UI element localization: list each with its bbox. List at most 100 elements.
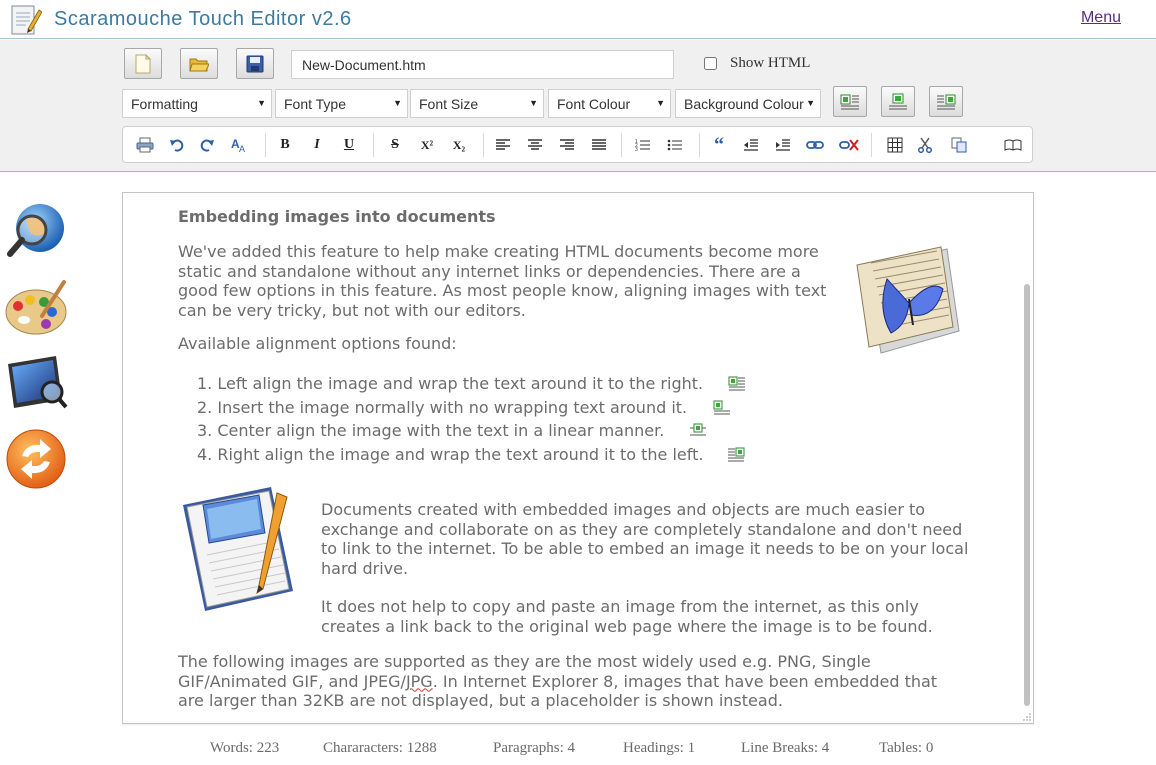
insert-table-button[interactable] — [883, 133, 907, 157]
bold-button[interactable]: B — [273, 133, 297, 157]
paragraph-count: Paragraphs: 4 — [493, 740, 576, 756]
paragraph-line: The following images are supported as th… — [178, 652, 871, 671]
list-item: 2. Insert the image normally with no wra… — [197, 398, 688, 417]
align-center-button[interactable] — [523, 133, 547, 157]
paint-palette-icon — [5, 280, 67, 335]
paragraph-line: are larger than 32KB are not displayed, … — [178, 691, 783, 710]
paragraph-line: static and standalone without any intern… — [178, 261, 801, 281]
cut-button[interactable] — [913, 133, 937, 157]
editor-content-area[interactable]: Embedding images into documents We've ad… — [122, 192, 1034, 724]
status-bar: Words: 223 Chararacters: 1288 Paragraphs… — [0, 740, 1156, 762]
image-right-align-icon — [937, 94, 956, 109]
paragraph-3: It does not help to copy and paste an im… — [321, 597, 1001, 636]
underline-button[interactable]: U — [337, 133, 361, 157]
show-html-label: Show HTML — [730, 55, 811, 71]
refresh-button[interactable] — [4, 426, 68, 490]
toolbar-separator — [265, 133, 266, 157]
redo-icon — [200, 139, 214, 152]
toolbar-area: Show HTML Formatting ▼ Font Type ▼ Font … — [0, 40, 1156, 172]
spelling-error-word: JPG — [405, 671, 433, 691]
align-center-icon — [528, 139, 542, 150]
app-title: Scaramouche Touch Editor v2.6 — [54, 8, 352, 30]
strikethrough-button[interactable]: S — [383, 133, 407, 157]
show-html-checkbox[interactable] — [704, 57, 717, 70]
journal-notebook-image — [183, 487, 293, 611]
resize-grip-icon[interactable] — [1022, 712, 1032, 722]
save-document-button[interactable] — [236, 48, 274, 79]
paragraph-line: GIF/Animated GIF, and JPEG/JPG. In Inter… — [178, 672, 1018, 692]
undo-button[interactable] — [165, 133, 189, 157]
text-segment: . In Internet Explorer 8, images that ha… — [432, 671, 938, 691]
font-type-dropdown[interactable]: Font Type ▼ — [275, 89, 408, 118]
about-button[interactable] — [1001, 133, 1025, 157]
chevron-down-icon: ▼ — [257, 98, 266, 108]
refresh-arrows-icon — [6, 429, 66, 489]
copy-button[interactable] — [947, 133, 971, 157]
spellcheck-button[interactable]: A A — [227, 133, 251, 157]
paragraph-1: We've added this feature to help make cr… — [178, 242, 848, 320]
image-center-align-icon — [889, 93, 907, 109]
align-right-button[interactable] — [555, 133, 579, 157]
insert-image-right-button[interactable] — [929, 86, 963, 117]
editor-scrollbar[interactable] — [1024, 284, 1030, 706]
blockquote-button[interactable]: “ — [707, 133, 731, 157]
formatting-dropdown-label: Formatting — [131, 96, 198, 112]
background-colour-dropdown[interactable]: Background Colour ▼ — [675, 89, 821, 118]
butterfly-document-image — [856, 246, 960, 354]
menu-link[interactable]: Menu — [1081, 9, 1121, 27]
insert-image-left-button[interactable] — [833, 86, 867, 117]
toolbar-separator — [871, 133, 872, 157]
font-type-dropdown-label: Font Type — [284, 96, 347, 112]
insert-image-center-button[interactable] — [881, 86, 915, 117]
list-item: 1. Left align the image and wrap the tex… — [197, 374, 704, 393]
justify-button[interactable] — [587, 133, 611, 157]
remove-link-button[interactable] — [837, 133, 861, 157]
unlink-icon — [839, 139, 859, 151]
toolbar-separator — [373, 133, 374, 157]
list-item: 3. Center align the image with the text … — [197, 421, 665, 440]
print-button[interactable] — [133, 133, 157, 157]
paragraph-line: exchange and collaborate on as they are … — [321, 519, 963, 539]
search-globe-button[interactable] — [4, 200, 68, 264]
chevron-down-icon: ▼ — [393, 98, 402, 108]
word-count: Words: 223 — [210, 740, 280, 756]
document-heading: Embedding images into documents — [178, 207, 496, 226]
open-document-button[interactable] — [180, 48, 218, 79]
indent-button[interactable] — [771, 133, 795, 157]
text-segment: GIF/Animated GIF, and JPEG/ — [178, 671, 406, 691]
paragraph-line: It does not help to copy and paste an im… — [321, 597, 919, 616]
image-viewer-button[interactable] — [4, 350, 68, 414]
superscript-button[interactable]: X² — [415, 133, 439, 157]
title-bar: Scaramouche Touch Editor v2.6 Menu — [0, 0, 1156, 39]
quote-icon: “ — [714, 133, 724, 156]
link-icon — [806, 141, 824, 149]
insert-link-button[interactable] — [803, 133, 827, 157]
save-disk-icon — [246, 55, 264, 72]
notepad-pencil-icon — [11, 5, 42, 35]
printer-icon — [136, 137, 154, 153]
font-colour-dropdown[interactable]: Font Colour ▼ — [548, 89, 671, 118]
image-left-align-icon — [840, 94, 859, 109]
chevron-down-icon: ▼ — [529, 98, 538, 108]
paragraph-line: can be very tricky, but not with our edi… — [178, 300, 526, 320]
outdent-button[interactable] — [739, 133, 763, 157]
font-size-dropdown-label: Font Size — [419, 96, 479, 112]
subscript-button[interactable]: X₂ — [447, 133, 471, 157]
paint-palette-button[interactable] — [4, 276, 68, 340]
formatting-dropdown[interactable]: Formatting ▼ — [122, 89, 272, 118]
scissors-icon — [917, 137, 933, 153]
paragraph-4: The following images are supported as th… — [178, 652, 1018, 711]
bullet-list-button[interactable] — [663, 133, 687, 157]
line-break-count: Line Breaks: 4 — [741, 740, 830, 756]
new-document-icon — [135, 53, 152, 73]
paragraph-line: good few options in this feature. As mos… — [178, 281, 827, 300]
italic-button[interactable]: I — [305, 133, 329, 157]
new-document-button[interactable] — [124, 48, 162, 79]
paragraph-2: Documents created with embedded images a… — [321, 500, 1001, 578]
align-left-button[interactable] — [491, 133, 515, 157]
filename-input[interactable] — [291, 50, 674, 79]
book-icon — [1004, 139, 1022, 151]
redo-button[interactable] — [195, 133, 219, 157]
font-size-dropdown[interactable]: Font Size ▼ — [410, 89, 544, 118]
numbered-list-button[interactable]: 1 2 3 — [631, 133, 655, 157]
